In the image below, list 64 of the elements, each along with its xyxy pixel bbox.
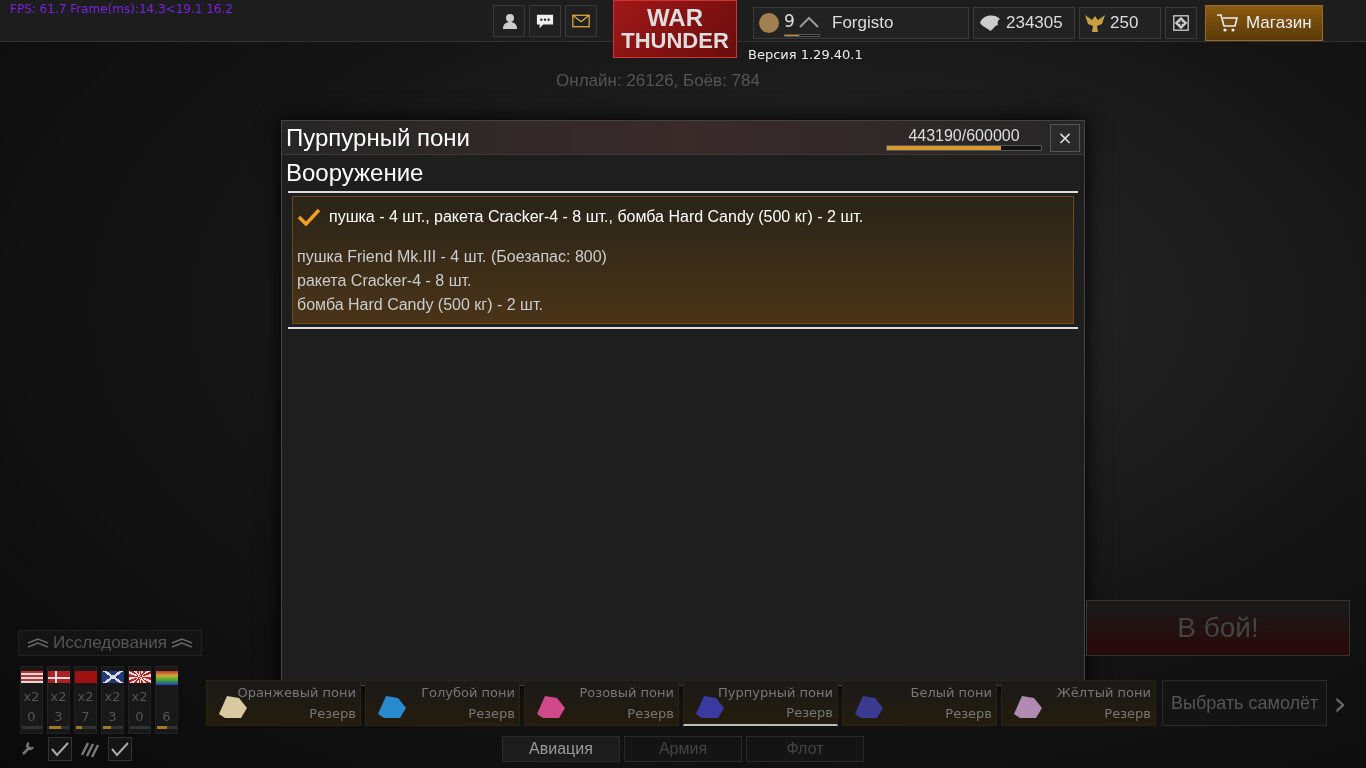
country-progress-bar bbox=[48, 726, 69, 729]
eagle-icon bbox=[1084, 13, 1106, 33]
avatar-icon bbox=[758, 12, 780, 34]
aircraft-slot[interactable]: Розовый пони Резерв bbox=[524, 680, 679, 726]
multiplier: x2 bbox=[77, 688, 94, 707]
research-header[interactable]: Исследования bbox=[18, 630, 202, 656]
weapon-preset-card[interactable]: пушка - 4 шт., ракета Cracker-4 - 8 шт., бомба Hard Candy (500 кг) - 2 шт. пушка Friend Mk.III - 4 шт. (Боезапас: 800) ракета Cracker-4 - 8 шт. бомба Hard Candy (500 кг) - 2 шт. bbox=[292, 196, 1074, 324]
close-button[interactable]: × bbox=[1050, 123, 1080, 152]
lions-currency-panel: 234305 bbox=[973, 7, 1075, 39]
rank-number: 9 bbox=[784, 9, 795, 33]
shop-button[interactable]: Магазин bbox=[1205, 5, 1323, 41]
aircraft-slot[interactable]: Оранжевый пони Резерв bbox=[206, 680, 361, 726]
aircraft-slot[interactable]: Белый пони Резерв bbox=[842, 680, 997, 726]
chevron-up-icon bbox=[171, 638, 193, 648]
research-progress-text: 443190/600000 bbox=[908, 125, 1020, 146]
flag-icon bbox=[74, 671, 97, 684]
eagles-currency-panel: 250 bbox=[1079, 7, 1161, 39]
filter-checkbox[interactable] bbox=[48, 737, 72, 761]
flag-icon bbox=[101, 671, 124, 684]
chevron-up-icon bbox=[27, 638, 49, 648]
dialog-title: Пурпурный пони bbox=[286, 122, 470, 153]
country-progress-bar bbox=[156, 726, 177, 729]
category-tab[interactable]: Авиация bbox=[502, 736, 620, 762]
aircraft-slot[interactable]: Жёлтый пони Резерв bbox=[1001, 680, 1156, 726]
checkmark-icon bbox=[50, 741, 70, 757]
chat-icon[interactable] bbox=[529, 5, 561, 37]
checkmark-icon bbox=[110, 741, 130, 757]
version-label: Версия 1.29.40.1 bbox=[748, 46, 863, 64]
country-count: 0 bbox=[27, 707, 36, 726]
aircraft-slot[interactable]: Пурпурный пони Резерв bbox=[683, 680, 838, 726]
weapon-line: бомба Hard Candy (500 кг) - 2 шт. bbox=[297, 295, 543, 315]
preset-summary: пушка - 4 шт., ракета Cracker-4 - 8 шт., бомба Hard Candy (500 кг) - 2 шт. bbox=[329, 207, 864, 227]
country-count: 3 bbox=[54, 707, 63, 726]
fps-counter: FPS: 61.7 Frame(ms):14.3<19.1 16.2 bbox=[10, 1, 233, 18]
country-count: 7 bbox=[81, 707, 90, 726]
logo: WAR THUNDER bbox=[613, 0, 737, 58]
lion-icon bbox=[978, 13, 1002, 33]
country-count: 6 bbox=[162, 707, 171, 726]
checkmark-icon bbox=[297, 208, 321, 226]
chevron-icon bbox=[798, 15, 819, 28]
select-aircraft-button[interactable]: Выбрать самолёт bbox=[1162, 680, 1328, 726]
country-count: 3 bbox=[108, 707, 117, 726]
flag-icon bbox=[20, 671, 43, 684]
online-stats: Онлайн: 26126, Боёв: 784 bbox=[556, 70, 760, 92]
cart-icon bbox=[1216, 13, 1238, 33]
section-title: Вооружение bbox=[286, 158, 424, 188]
multiplier: x2 bbox=[104, 688, 121, 707]
multiplier: x2 bbox=[131, 688, 148, 707]
weapon-line: ракета Cracker-4 - 8 шт. bbox=[297, 271, 472, 291]
country-count: 0 bbox=[135, 707, 144, 726]
player-panel[interactable]: 9 Forgisto bbox=[753, 7, 969, 39]
friends-icon[interactable] bbox=[493, 5, 525, 37]
filter-checkbox[interactable] bbox=[108, 737, 132, 761]
flag-icon bbox=[155, 671, 178, 685]
flag-icon bbox=[47, 671, 70, 684]
aircraft-slot[interactable]: Голубой пони Резерв bbox=[365, 680, 520, 726]
multiplier: x2 bbox=[23, 688, 40, 707]
mail-icon[interactable] bbox=[565, 5, 597, 37]
multiplier: x2 bbox=[50, 688, 67, 707]
country-progress-bar bbox=[102, 726, 123, 729]
player-name: Forgisto bbox=[832, 12, 894, 35]
weapon-line: пушка Friend Mk.III - 4 шт. (Боезапас: 800) bbox=[297, 247, 607, 267]
exchange-icon[interactable] bbox=[1165, 7, 1197, 39]
flag-icon bbox=[128, 671, 151, 684]
